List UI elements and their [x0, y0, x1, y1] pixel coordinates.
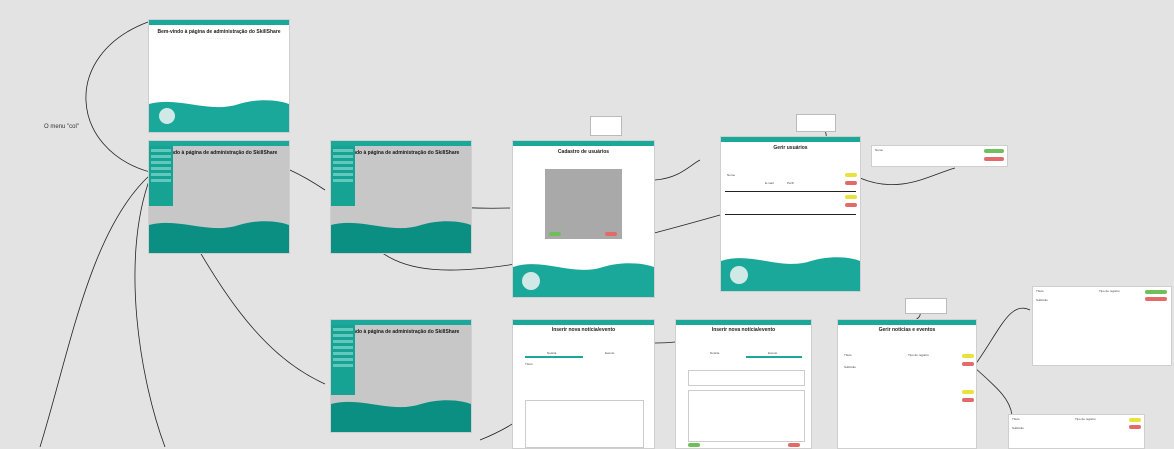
approve-button[interactable] [1145, 290, 1167, 294]
connector-manage-detail [859, 167, 956, 186]
profile-label: Perfil [787, 181, 794, 185]
divider [725, 191, 856, 192]
top-bar [838, 320, 976, 325]
connector-news-detail [974, 307, 1031, 366]
subtitle-field-label: Subtítulo [844, 365, 856, 369]
screen-home: Bem-vindo à página de administração do S… [148, 19, 290, 133]
logo-icon [522, 272, 540, 290]
type-field-label: Tipo de registro [1075, 417, 1096, 421]
user-detail-card: Nome [871, 145, 1008, 167]
body-textarea[interactable] [688, 390, 805, 442]
delete-button[interactable] [845, 203, 857, 207]
delete-button[interactable] [962, 362, 974, 366]
title-field-label: Título [1012, 417, 1020, 421]
subtitle-field-label: Subtítulo [1036, 298, 1048, 302]
wave-footer [149, 100, 289, 132]
side-menu[interactable] [331, 325, 355, 395]
divider [725, 214, 856, 215]
logo-icon [730, 266, 748, 284]
cancel-button[interactable] [788, 443, 800, 447]
logo-icon [159, 108, 175, 124]
wave-footer [721, 257, 860, 291]
screen-menu-news: m-vindo à página de administração do Ski… [330, 319, 472, 433]
approve-button[interactable] [984, 149, 1004, 153]
delete-button[interactable] [1129, 425, 1141, 429]
save-button[interactable] [549, 232, 561, 236]
reject-button[interactable] [1145, 297, 1167, 301]
side-menu[interactable] [331, 146, 355, 206]
edit-button[interactable] [962, 390, 974, 394]
delete-button[interactable] [962, 398, 974, 402]
annotation-label: O menu "col" [44, 124, 79, 130]
subtitle-field-label: Subtítulo [1012, 426, 1024, 430]
news-detail-card-2: Título Tipo de registro Subtítulo [1008, 414, 1145, 449]
type-field-label: Tipo de registro [1099, 289, 1120, 293]
save-button[interactable] [688, 443, 700, 447]
top-bar [149, 20, 289, 25]
connector-users-note [654, 159, 701, 181]
connector-news-detail-2 [974, 367, 1013, 416]
news-detail-card: Título Tipo de registro Subtítulo [1032, 286, 1172, 366]
home-title: Bem-vindo à página de administração do S… [157, 29, 281, 35]
form-placeholder [545, 169, 622, 239]
name-label: Nome [875, 148, 884, 152]
tooltip-manage-news [905, 298, 947, 314]
connector-down-1 [39, 174, 151, 447]
news-title: Inserir nova notícia/evento [551, 327, 616, 333]
screen-home-menu: m-vindo à página de administração do Ski… [148, 140, 290, 254]
delete-button[interactable] [845, 181, 857, 185]
name-label: Nome [727, 173, 736, 177]
tab-news[interactable]: Notícia [547, 351, 556, 355]
screen-menu-users: m-vindo à página de administração do Ski… [330, 140, 472, 254]
screen-user-registration: Cadastro de usuários [512, 140, 655, 298]
wave-footer [331, 400, 471, 432]
tooltip-users [590, 116, 622, 136]
title-field-label: Título [844, 353, 852, 357]
side-menu[interactable] [149, 146, 173, 206]
title-input[interactable] [688, 370, 805, 386]
type-field-label: Tipo de registro [908, 353, 929, 357]
top-bar [513, 141, 654, 146]
wave-footer [331, 221, 471, 253]
body-textarea[interactable] [525, 400, 644, 448]
screen-insert-news: Inserir nova notícia/evento Notícia Even… [512, 319, 655, 449]
reject-button[interactable] [984, 157, 1004, 161]
screen-manage-users: Gerir usuários Nome E-mail Perfil [720, 136, 861, 292]
screen-insert-event: Inserir nova notícia/evento Notícia Even… [675, 319, 812, 449]
cancel-button[interactable] [605, 232, 617, 236]
top-bar [676, 320, 811, 325]
manage-users-title: Gerir usuários [773, 145, 808, 151]
wave-footer [149, 221, 289, 253]
top-bar [721, 137, 860, 142]
screen-manage-news: Gerir notícias e eventos Título Tipo de … [837, 319, 977, 449]
edit-button[interactable] [962, 354, 974, 358]
top-bar [513, 320, 654, 325]
title-field-label: Título [1036, 289, 1044, 293]
home-subtitle: · · · · · · · · · · · · · · · · · [203, 36, 235, 40]
users-title: Cadastro de usuários [557, 149, 610, 155]
tab-event[interactable]: Evento [605, 351, 614, 355]
edit-button[interactable] [845, 195, 857, 199]
tab-indicator [525, 356, 583, 358]
manage-news-title: Gerir notícias e eventos [878, 327, 936, 333]
edit-button[interactable] [845, 173, 857, 177]
tooltip-manage-users [796, 114, 836, 132]
tab-indicator [746, 356, 802, 358]
email-label: E-mail [765, 181, 774, 185]
news-title: Inserir nova notícia/evento [711, 327, 776, 333]
connector-col-menu [85, 21, 151, 173]
edit-button[interactable] [1129, 418, 1141, 422]
title-field-label: Título [525, 362, 533, 366]
wave-footer [513, 263, 654, 297]
tab-event[interactable]: Evento [768, 351, 777, 355]
tab-news[interactable]: Notícia [710, 351, 719, 355]
